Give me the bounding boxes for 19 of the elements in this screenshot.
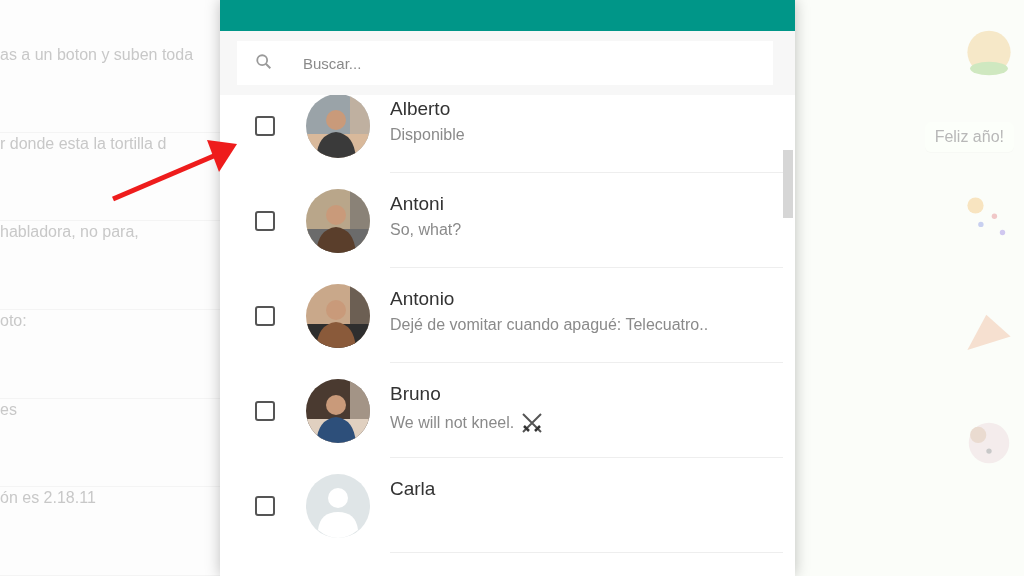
search-field[interactable]: Buscar...	[237, 41, 773, 85]
checkbox[interactable]	[255, 115, 275, 136]
contact-name: Antoni	[390, 193, 445, 215]
checkbox[interactable]	[255, 305, 275, 326]
message-text: Feliz año!	[934, 128, 1004, 145]
default-avatar-icon	[306, 473, 370, 538]
contact-name: Alberto	[390, 98, 452, 120]
scrollbar-thumb[interactable]	[783, 150, 793, 218]
checkbox[interactable]	[255, 400, 275, 421]
checkbox[interactable]	[255, 495, 275, 516]
search-icon	[255, 53, 273, 71]
contact-status: So, what?	[390, 221, 462, 239]
contact-status: Dejé de vomitar cuando apagué: Telecuatro..	[390, 316, 709, 334]
contact-name: Bruno	[390, 383, 442, 405]
contact-name: Antonio	[390, 288, 456, 310]
contact-status: Disponible	[390, 126, 465, 144]
checkbox[interactable]	[255, 210, 275, 231]
contact-status: We will not kneel.	[390, 414, 515, 432]
contact-name: Carla	[390, 478, 437, 500]
